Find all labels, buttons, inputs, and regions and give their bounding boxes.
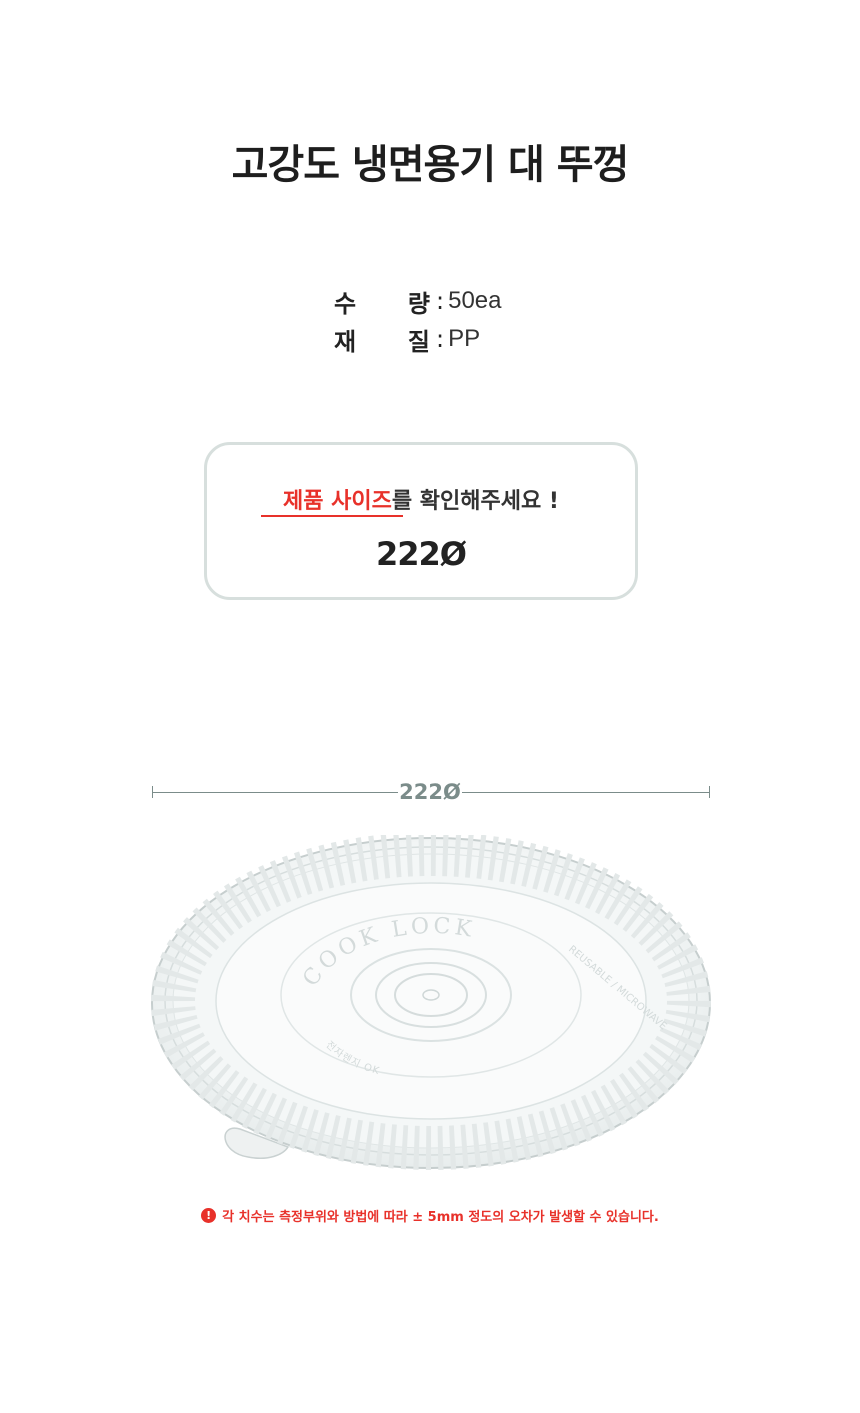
spec-label-char: 질 [407,327,430,356]
spec-row-material: 재 질 : PP [334,320,501,358]
spec-value-quantity: 50ea [448,287,502,314]
dimension-label: 222Ø [398,778,462,806]
size-value: 222Ø [376,535,467,573]
page-title: 고강도 냉면용기 대 뚜껑 [231,142,630,188]
dimension-tick-left [152,786,153,798]
notice-underline [261,515,403,517]
disclaimer: ! 각 치수는 측정부위와 방법에 따라 ± 5mm 정도의 오차가 발생할 수… [0,1206,860,1225]
spec-separator: : [436,287,445,315]
disclaimer-text: 각 치수는 측정부위와 방법에 따라 ± 5mm 정도의 오차가 발생할 수 있… [222,1210,659,1225]
alert-icon: ! [201,1208,217,1223]
size-notice-highlight: 제품 사이즈 [283,489,392,514]
spec-separator: : [436,325,445,353]
dimension-tick-right [709,786,710,798]
spec-value-material: PP [448,325,481,352]
size-notice: 제품 사이즈를 확인해주세요 ! [207,483,635,515]
spec-label-char: 재 [334,327,357,356]
lid-image: COOK LOCK 전자렌지 OK REUSABLE / MICROWAVE [148,832,714,1184]
lid-illustration: COOK LOCK 전자렌지 OK REUSABLE / MICROWAVE [151,832,711,1170]
spec-row-quantity: 수 량 : 50ea [334,282,501,320]
size-notice-text: 를 확인해주세요 ! [391,489,559,514]
size-info-box: 제품 사이즈를 확인해주세요 ! 222Ø [204,442,638,600]
spec-label: 재 질 [334,322,430,357]
spec-label-char: 수 [334,289,357,318]
spec-label-char: 량 [407,289,430,318]
spec-table: 수 량 : 50ea 재 질 : PP [334,282,501,358]
spec-label: 수 량 [334,284,430,319]
